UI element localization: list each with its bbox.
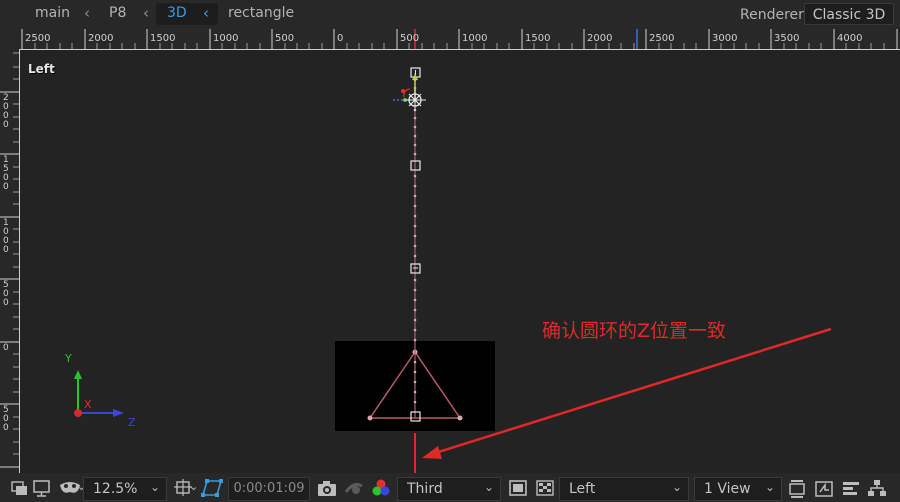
monitor-icon[interactable]: [32, 477, 52, 499]
zoom-dropdown[interactable]: 12.5% ⌄: [83, 477, 167, 501]
checkerboard-icon[interactable]: [534, 477, 556, 499]
reset-exposure-icon[interactable]: [786, 477, 808, 499]
timeline-icon[interactable]: [840, 477, 862, 499]
triangle-vertex[interactable]: [367, 415, 373, 421]
camera-dropdown[interactable]: Third ⌄: [397, 477, 501, 501]
show-snapshot-icon[interactable]: [343, 477, 365, 499]
chevron-down-icon: ⌄: [671, 480, 682, 494]
viewer-toolbar: ⌄ 12.5% ⌄ ⌄ 0:00:01:09 Third ⌄ Left ⌄ 1 …: [0, 473, 900, 502]
annotation-text: 确认圆环的Z位置一致: [542, 320, 727, 342]
axis-z-label: Z: [128, 416, 136, 429]
color-channels-icon[interactable]: [370, 477, 392, 499]
camera-value: Third: [407, 481, 443, 497]
axis-x-label: X: [84, 398, 92, 411]
view-value: Left: [569, 481, 596, 497]
fast-preview-icon[interactable]: [507, 477, 529, 499]
preview-icon[interactable]: [9, 477, 29, 499]
triangle-vertex[interactable]: [457, 415, 463, 421]
axes-widget: [74, 370, 124, 417]
flowchart-icon[interactable]: [866, 477, 888, 499]
snapshot-icon[interactable]: [316, 477, 338, 499]
exposure-icon[interactable]: [813, 477, 835, 499]
layout-value: 1 View: [704, 481, 751, 497]
zoom-value: 12.5%: [93, 481, 138, 497]
chevron-down-icon[interactable]: ⌄: [189, 480, 198, 493]
layer-gizmo[interactable]: [393, 74, 426, 111]
layout-dropdown[interactable]: 1 View ⌄: [694, 477, 782, 501]
chevron-down-icon: ⌄: [149, 480, 160, 494]
chevron-down-icon: ⌄: [764, 480, 775, 494]
axis-y-label: Y: [65, 352, 72, 365]
timecode-display[interactable]: 0:00:01:09: [228, 477, 310, 501]
transparency-grid-icon[interactable]: [200, 477, 224, 499]
view-dropdown[interactable]: Left ⌄: [559, 477, 689, 501]
chevron-down-icon: ⌄: [483, 480, 494, 494]
